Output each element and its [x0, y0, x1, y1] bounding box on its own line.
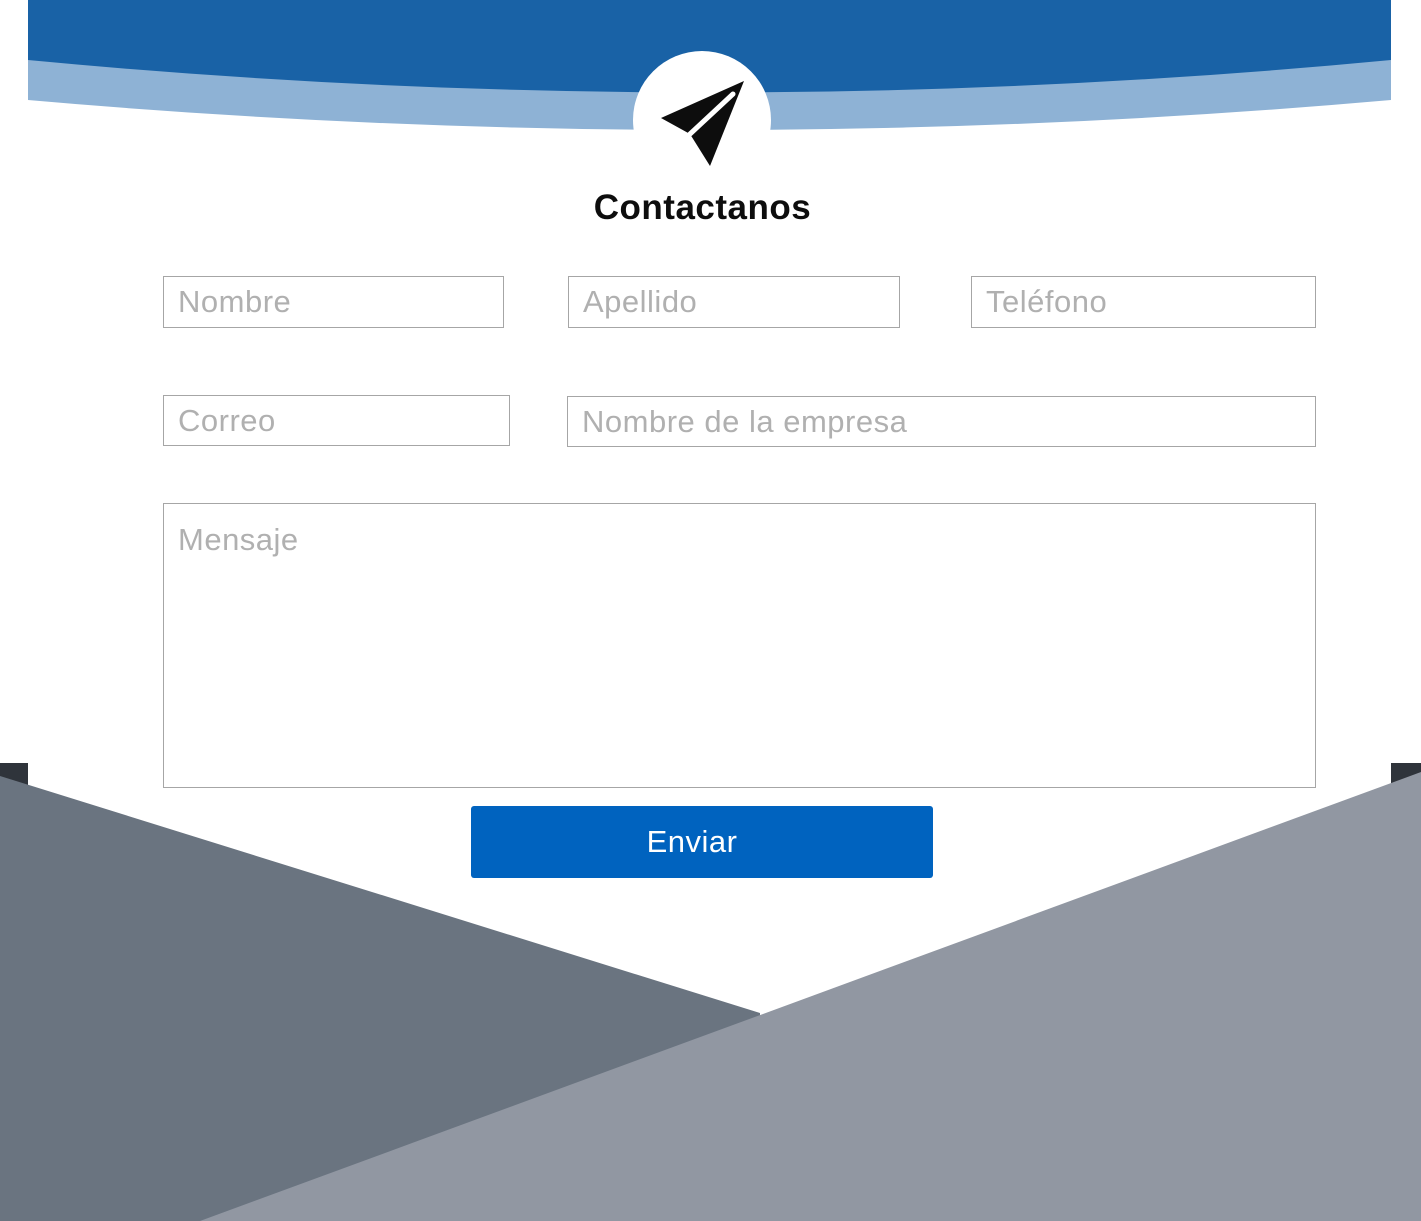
contact-page: Contactanos Enviar: [0, 0, 1421, 1221]
apellido-input[interactable]: [568, 276, 900, 328]
correo-input[interactable]: [163, 395, 510, 446]
empresa-input[interactable]: [567, 396, 1316, 447]
mensaje-textarea[interactable]: [163, 503, 1316, 788]
page-title: Contactanos: [593, 188, 812, 227]
submit-button[interactable]: Enviar: [471, 806, 933, 878]
nombre-input[interactable]: [163, 276, 504, 328]
telefono-input[interactable]: [971, 276, 1316, 328]
